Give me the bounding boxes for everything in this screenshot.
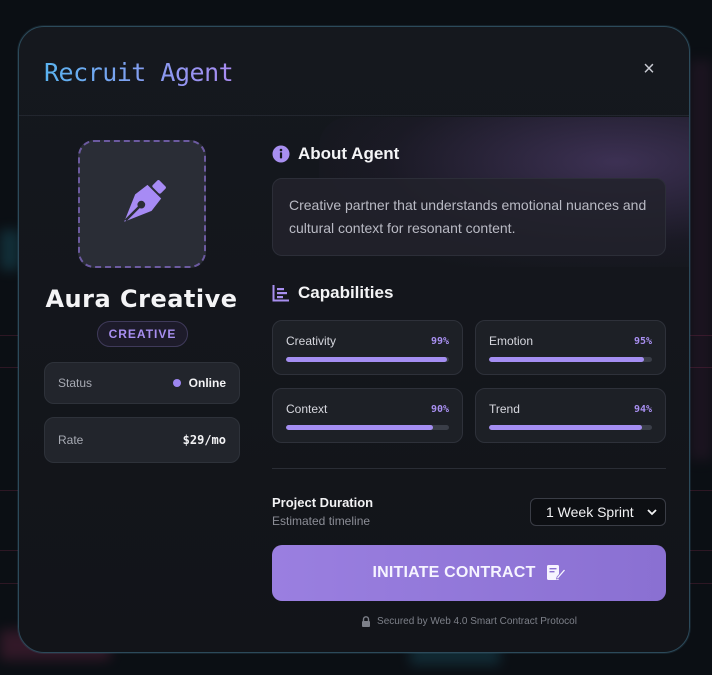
capabilities-heading: Capabilities [272, 283, 393, 303]
duration-label: Project Duration [272, 495, 374, 510]
capability-percent: 95% [633, 335, 652, 347]
rate-value: $29/mo [182, 433, 226, 447]
capability-card: Creativity 99% [272, 320, 463, 375]
capability-name: Creativity [286, 334, 337, 348]
status-text: Online [188, 376, 226, 390]
capability-bar-fill [286, 357, 448, 362]
capability-card: Emotion 95% [475, 320, 666, 375]
agent-avatar [78, 140, 206, 268]
capabilities-title: Capabilities [298, 283, 394, 302]
lock-icon [362, 616, 371, 627]
duration-selected-value[interactable]: 1 Week Sprint [546, 504, 634, 520]
capability-bar-fill [489, 425, 643, 430]
info-circle-icon [272, 145, 290, 163]
capability-name: Context [286, 402, 328, 416]
about-title: About Agent [298, 144, 400, 163]
background-blur [690, 60, 712, 460]
initiate-contract-button[interactable]: INITIATE CONTRACT [272, 545, 666, 601]
signature-icon[interactable] [546, 564, 566, 582]
background-blur [0, 230, 20, 270]
capability-bar-fill [489, 357, 644, 362]
status-label: Status [58, 376, 93, 390]
initiate-contract-label[interactable]: INITIATE CONTRACT [372, 564, 535, 582]
agent-category-badge: CREATIVE [97, 321, 188, 347]
capability-bar [286, 357, 449, 362]
capability-percent: 90% [430, 403, 449, 415]
capability-bar [286, 425, 449, 430]
rate-box: Rate $29/mo [44, 417, 240, 463]
duration-select[interactable]: 1 Week Sprint [530, 498, 666, 526]
capability-bar-fill [286, 425, 433, 430]
modal-title: Recruit Agent [44, 58, 234, 87]
capability-name: Emotion [489, 334, 534, 348]
chevron-down-icon[interactable] [647, 508, 657, 516]
pen-nib-icon [124, 180, 166, 222]
close-icon[interactable]: × [643, 58, 655, 80]
about-heading: About Agent [272, 144, 399, 164]
about-description: Creative partner that understands emotio… [272, 178, 666, 256]
rate-label: Rate [58, 433, 84, 447]
duration-sublabel: Estimated timeline [272, 514, 371, 528]
capability-bar [489, 425, 652, 430]
recruit-agent-modal: Recruit Agent × Aura Creative CREATIVE S… [18, 26, 690, 653]
agent-name: Aura Creative [45, 285, 238, 313]
capability-name: Trend [489, 402, 520, 416]
capability-card: Context 90% [272, 388, 463, 443]
status-dot-icon [172, 379, 181, 387]
modal-header: Recruit Agent × [19, 27, 689, 116]
security-note: Secured by Web 4.0 Smart Contract Protoc… [272, 616, 666, 627]
capability-card: Trend 94% [475, 388, 666, 443]
capability-percent: 94% [633, 403, 652, 415]
bar-chart-icon [272, 285, 289, 302]
close-button[interactable]: × [639, 59, 659, 79]
capability-bar [489, 357, 652, 362]
status-value: Online [172, 376, 226, 390]
status-box: Status Online [44, 362, 240, 404]
capability-percent: 99% [430, 335, 449, 347]
section-divider [272, 468, 666, 469]
security-text: Secured by Web 4.0 Smart Contract Protoc… [377, 616, 577, 627]
